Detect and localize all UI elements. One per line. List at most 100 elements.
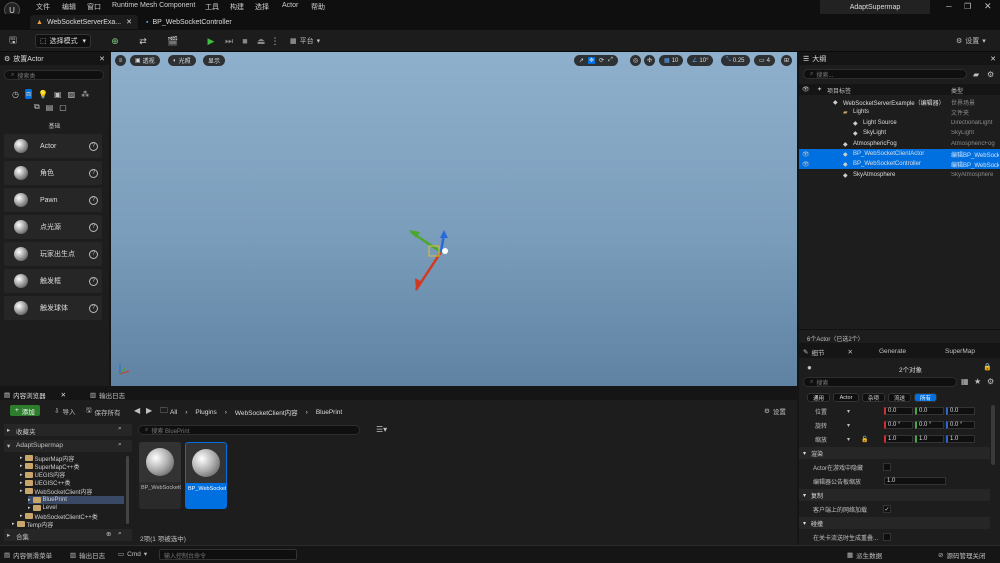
folder-scrollbar[interactable] xyxy=(126,456,129,524)
actor-item-pawn[interactable]: Pawn? xyxy=(4,188,102,212)
actor-item-actor[interactable]: Actor? xyxy=(4,134,102,158)
lock-icon[interactable]: 🔓 xyxy=(861,436,868,443)
gizmo-center[interactable] xyxy=(442,248,448,254)
eject-icon[interactable]: ⏏ xyxy=(254,34,268,48)
content-settings-button[interactable]: ⚙ 设置 xyxy=(764,406,786,416)
recent-icon[interactable]: ◷ xyxy=(12,90,19,99)
help-icon[interactable]: ? xyxy=(89,195,98,205)
chevron-down-icon[interactable]: ▾ xyxy=(847,436,850,443)
lit-button[interactable]: ◐ 光照 xyxy=(168,55,196,66)
location-y-input[interactable]: 0.0 xyxy=(915,407,944,415)
minimize-icon[interactable]: ─ xyxy=(946,2,952,11)
outliner-row[interactable]: ◆ SkyLight SkyLight xyxy=(799,128,1000,138)
place-actors-search[interactable]: ⌕ 搜索类 xyxy=(4,70,104,80)
actor-item-player-start[interactable]: 玩家出生点? xyxy=(4,242,102,266)
platform-menu[interactable]: ▦ 平台 ▾ xyxy=(290,36,320,46)
menu-file[interactable]: 文件 xyxy=(36,2,50,12)
maximize-icon[interactable]: ❐ xyxy=(964,2,971,11)
settings-icon[interactable]: ⚙ xyxy=(987,70,994,79)
details-scrollbar[interactable] xyxy=(991,405,995,465)
billboard-scale-input[interactable]: 1.0 xyxy=(884,477,946,485)
derived-data-button[interactable]: ▦ 派生数据 xyxy=(847,550,882,560)
tab-details[interactable]: ✎ 细节 ✕ xyxy=(803,347,853,357)
folder-tree-item[interactable]: ▸ UEGISC++类 xyxy=(20,479,71,487)
outliner-row[interactable]: ◆ SkyAtmosphere SkyAtmosphere xyxy=(799,170,1000,180)
visibility-column-icon[interactable]: 👁 xyxy=(802,86,810,93)
volumes-icon[interactable]: ⧉ xyxy=(34,102,40,112)
outliner-row[interactable]: ◆ Light Source DirectionalLight xyxy=(799,118,1000,128)
folder-tree-item[interactable]: ▸ SuperMap内容 xyxy=(20,454,74,463)
forward-icon[interactable]: ▶ xyxy=(146,406,152,415)
scale-x-input[interactable]: 1.0 xyxy=(884,435,913,443)
outliner-row[interactable]: ◆ WebSocketServerExample（编辑器） 世界场景 xyxy=(799,97,1000,107)
help-icon[interactable]: ? xyxy=(89,222,98,232)
visibility-icon[interactable]: 👁 xyxy=(802,151,810,158)
save-all-button[interactable]: 🖫 保存所有 xyxy=(86,406,121,417)
chevron-right-icon[interactable]: ▸ xyxy=(20,472,23,478)
scale-y-input[interactable]: 1.0 xyxy=(915,435,944,443)
rotate-tool-icon[interactable]: ⟳ xyxy=(599,57,604,64)
location-x-input[interactable]: 0.0 xyxy=(884,407,913,415)
tab-content-browser[interactable]: ▤ 内容浏览器 ✕ xyxy=(4,390,66,400)
filter-tab-streaming[interactable]: 流送 xyxy=(888,393,911,402)
console-input[interactable]: 输入控制台命令 xyxy=(159,549,297,560)
filter-tab-all[interactable]: 所有 xyxy=(914,393,937,402)
menu-window[interactable]: 窗口 xyxy=(87,2,101,12)
rotation-y-input[interactable]: 0.0 ° xyxy=(915,421,944,429)
collections-header[interactable]: ▸ 合集 ⊕ ⌕ xyxy=(4,529,132,541)
select-tool-icon[interactable]: ➚ xyxy=(579,57,584,64)
collision-checkbox[interactable] xyxy=(883,533,891,541)
grid-view-icon[interactable]: ▦ xyxy=(961,377,969,386)
star-icon[interactable]: ★ xyxy=(974,377,981,386)
menu-help[interactable]: 帮助 xyxy=(311,2,325,12)
basic-category-icon[interactable]: ⧈ xyxy=(24,89,33,99)
filter-tab-actor[interactable]: Actor xyxy=(833,393,859,402)
stop-icon[interactable]: ■ xyxy=(238,34,252,48)
add-button[interactable]: + 添加 xyxy=(10,405,40,416)
help-icon[interactable]: ? xyxy=(89,249,98,259)
coordinate-system-button[interactable]: ◎ xyxy=(630,55,641,66)
blueprint-menu-icon[interactable]: ⇄ xyxy=(136,34,150,48)
perspective-button[interactable]: ▣ 透视 xyxy=(130,55,160,66)
details-search[interactable]: ⌕ 搜索 xyxy=(803,377,957,387)
tab-supermap[interactable]: SuperMap xyxy=(945,348,975,355)
menu-tools[interactable]: 工具 xyxy=(205,2,219,12)
location-z-input[interactable]: 0.0 xyxy=(946,407,975,415)
replication-section-header[interactable]: ▾ 复制 xyxy=(799,489,990,501)
tab-generate[interactable]: Generate xyxy=(879,348,906,355)
search-icon[interactable]: ⌕ xyxy=(118,530,122,538)
more-options-icon[interactable]: ⋮ xyxy=(268,34,282,48)
scale-z-input[interactable]: 1.0 xyxy=(946,435,975,443)
project-header[interactable]: ▾ AdaptSupermap ⌕ xyxy=(4,440,132,452)
actor-item-character[interactable]: 角色? xyxy=(4,161,102,185)
help-icon[interactable]: ? xyxy=(89,141,98,151)
folder-tree-item[interactable]: ▸ Temp内容 xyxy=(12,520,53,529)
outliner-row[interactable]: ◆ AtmosphericFog AtmosphericFog xyxy=(799,139,1000,149)
geometry-icon[interactable]: ⁂ xyxy=(81,90,89,99)
search-icon[interactable]: ⌕ xyxy=(118,425,122,433)
folder-tree-item[interactable]: ▸ WebSocketClient内容 xyxy=(20,487,92,496)
rotation-x-input[interactable]: 0.0 ° xyxy=(884,421,913,429)
output-log-button[interactable]: ▥ 输出日志 xyxy=(70,550,105,560)
add-actor-icon[interactable]: ⊕ xyxy=(108,34,122,48)
pin-column-icon[interactable]: ✦ xyxy=(817,86,822,93)
surface-snapping-button[interactable]: ✣ xyxy=(644,55,655,66)
tab-close-icon[interactable]: ✕ xyxy=(126,18,132,26)
source-control-button[interactable]: ⊘ 源码管理关闭 xyxy=(938,550,985,560)
actor-item-trigger-box[interactable]: 触发框? xyxy=(4,269,102,293)
play-icon[interactable]: ▶ xyxy=(204,34,218,48)
menu-actor[interactable]: Actor xyxy=(282,2,298,9)
folder-tree-item[interactable]: ▸ SuperMapC++类 xyxy=(20,462,80,471)
chevron-right-icon[interactable]: ▸ xyxy=(20,455,23,461)
grid-snap-button[interactable]: ▦ 10 xyxy=(659,55,684,66)
visual-effects-icon[interactable]: ▨ xyxy=(68,90,76,99)
chevron-right-icon[interactable]: ▸ xyxy=(20,480,23,486)
render-section-header[interactable]: ▾ 渲染 xyxy=(799,447,990,459)
maximize-viewport-button[interactable]: ⊞ xyxy=(781,55,792,66)
help-icon[interactable]: ? xyxy=(89,303,98,313)
filter-icon[interactable]: ☰▾ xyxy=(376,425,387,434)
close-icon[interactable]: ✕ xyxy=(990,55,996,63)
chevron-right-icon[interactable]: ▸ xyxy=(20,513,23,519)
filter-tab-general[interactable]: 通用 xyxy=(807,393,830,402)
outliner-search[interactable]: ⌕ 搜索... xyxy=(803,69,967,79)
